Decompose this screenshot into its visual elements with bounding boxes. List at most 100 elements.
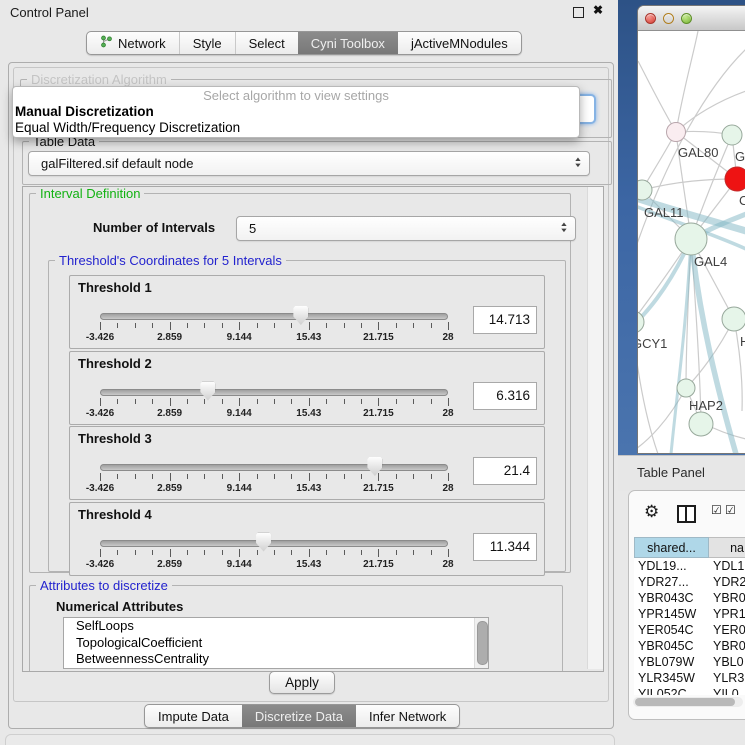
tab-style[interactable]: Style xyxy=(179,32,235,54)
settings-gear-icon[interactable]: ⚙ xyxy=(644,502,659,522)
table-row[interactable]: YBL079WYBL0 xyxy=(634,654,745,670)
table-row[interactable]: YBR043CYBR0 xyxy=(634,590,745,606)
screen: Control Panel ✖ NetworkStyleSelectCyni T… xyxy=(0,0,745,745)
select-rows-checkbox-icon[interactable]: ☑ xyxy=(725,503,736,517)
node-label: HAP2 xyxy=(689,398,723,413)
number-of-intervals-spinner[interactable]: 5 ▲▼ xyxy=(236,216,576,241)
right-region: GAL80GACGAL11GAL4GCY1HHAP2 Table Panel ⚙… xyxy=(618,0,745,745)
threshold-slider[interactable]: -3.4262.8599.14415.4321.71528 xyxy=(70,352,470,424)
tab-label: Infer Network xyxy=(369,709,446,724)
cell-name: YBR0 xyxy=(709,590,745,606)
network-edge xyxy=(638,61,676,132)
slider-thumb[interactable] xyxy=(367,457,382,476)
tab-network[interactable]: Network xyxy=(87,32,179,54)
threshold-panel: Threshold 2 -3.4262.8599.14415.4321.7152… xyxy=(69,351,545,425)
tab-jactivemnodules[interactable]: jActiveMNodules xyxy=(398,32,521,54)
close-icon[interactable]: ✖ xyxy=(593,3,603,17)
table-row[interactable]: YPR145WYPR1 xyxy=(634,606,745,622)
table-panel-header: Table Panel xyxy=(618,455,745,491)
slider-track[interactable] xyxy=(100,389,448,396)
tab-select[interactable]: Select xyxy=(235,32,298,54)
table-data-select[interactable]: galFiltered.sif default node ▲▼ xyxy=(28,151,590,176)
tab-impute-data[interactable]: Impute Data xyxy=(145,705,242,727)
slider-track[interactable] xyxy=(100,313,448,320)
cell-shared-name: YPR145W xyxy=(634,606,709,622)
network-node[interactable] xyxy=(689,412,713,436)
dropdown-option[interactable]: Equal Width/Frequency Discretization xyxy=(13,120,579,136)
threshold-panel: Threshold 1 -3.4262.8599.14415.4321.7152… xyxy=(69,275,545,349)
network-node[interactable] xyxy=(667,123,686,142)
minimize-traffic-light-icon[interactable] xyxy=(663,13,674,24)
attribute-list-item[interactable]: SelfLoops xyxy=(64,618,488,635)
thresholds-group-label: Threshold's Coordinates for 5 Intervals xyxy=(55,253,286,268)
slider-thumb[interactable] xyxy=(200,382,215,401)
slider-thumb[interactable] xyxy=(293,306,308,325)
threshold-value-field[interactable]: 6.316 xyxy=(473,382,537,410)
threshold-slider[interactable]: -3.4262.8599.14415.4321.71528 xyxy=(70,276,470,348)
number-of-intervals-value: 5 xyxy=(237,221,561,236)
discretization-algorithm-label: Discretization Algorithm xyxy=(27,72,171,87)
attribute-list-item[interactable]: BetweennessCentrality xyxy=(64,651,488,668)
cell-name: YIL0 xyxy=(709,686,745,695)
tab-label: Impute Data xyxy=(158,709,229,724)
tab-cyni-toolbox[interactable]: Cyni Toolbox xyxy=(298,32,398,54)
network-node[interactable] xyxy=(677,379,695,397)
attribute-list-item[interactable]: TopologicalCoefficient xyxy=(64,635,488,652)
top-tab-bar: Network Style SelectCyni Toolbox jActiveMNo… xyxy=(86,31,522,55)
network-node[interactable] xyxy=(722,125,742,145)
table-hscrollbar[interactable] xyxy=(633,697,743,707)
split-view-icon[interactable] xyxy=(677,505,696,523)
network-node[interactable] xyxy=(675,223,707,255)
network-graph: GAL80GACGAL11GAL4GCY1HHAP2 xyxy=(638,31,745,454)
dropdown-prompt: Select algorithm to view settings xyxy=(13,88,579,104)
list-scrollbar[interactable] xyxy=(474,618,488,668)
zoom-traffic-light-icon[interactable] xyxy=(681,13,692,24)
cell-shared-name: YBL079W xyxy=(634,654,709,670)
table-row[interactable]: YDR27...YDR2 xyxy=(634,574,745,590)
threshold-value-field[interactable]: 11.344 xyxy=(473,533,537,561)
close-traffic-light-icon[interactable] xyxy=(645,13,656,24)
threshold-slider[interactable]: -3.4262.8599.14415.4321.71528 xyxy=(70,503,470,575)
table-row[interactable]: YLR345WYLR3 xyxy=(634,670,745,686)
threshold-value-field[interactable]: 21.4 xyxy=(473,457,537,485)
tab-label: Style xyxy=(193,36,222,51)
table-hscrollbar-thumb[interactable] xyxy=(635,698,735,706)
select-columns-checkbox-icon[interactable]: ☑ xyxy=(711,503,722,517)
slider-track[interactable] xyxy=(100,540,448,547)
table-row[interactable]: YBR045CYBR0 xyxy=(634,638,745,654)
network-branch-icon xyxy=(100,35,113,51)
threshold-slider[interactable]: -3.4262.8599.14415.4321.71528 xyxy=(70,427,470,499)
table-row[interactable]: YIL052CYIL0 xyxy=(634,686,745,695)
cell-name: YPR1 xyxy=(709,606,745,622)
column-header-name[interactable]: na xyxy=(709,537,745,558)
apply-button[interactable]: Apply xyxy=(269,671,335,694)
panel-scrollbar[interactable] xyxy=(587,187,603,669)
numerical-attributes-list[interactable]: SelfLoopsTopologicalCoefficientBetweenne… xyxy=(63,617,489,669)
float-window-icon[interactable] xyxy=(573,7,584,18)
spinner-arrows-icon: ▲▼ xyxy=(561,223,575,234)
cell-shared-name: YIL052C xyxy=(634,686,709,695)
cell-name: YDR2 xyxy=(709,574,745,590)
tab-label: jActiveMNodules xyxy=(411,36,508,51)
cell-shared-name: YER054C xyxy=(634,622,709,638)
tab-infer-network[interactable]: Infer Network xyxy=(356,705,459,727)
slider-thumb[interactable] xyxy=(256,533,271,552)
node-label: GCY1 xyxy=(638,336,667,351)
tab-discretize-data[interactable]: Discretize Data xyxy=(242,705,356,727)
node-table: shared... na YDL19...YDL1YDR27...YDR2YBR… xyxy=(634,537,745,695)
node-label: GAL80 xyxy=(678,145,718,160)
network-node[interactable] xyxy=(722,307,745,331)
slider-track[interactable] xyxy=(100,464,448,471)
list-scrollbar-thumb[interactable] xyxy=(477,621,488,665)
column-header-shared-name[interactable]: shared... xyxy=(634,537,709,558)
threshold-panel: Threshold 3 -3.4262.8599.14415.4321.7152… xyxy=(69,426,545,500)
dropdown-option[interactable]: Manual Discretization xyxy=(13,104,579,120)
network-node[interactable] xyxy=(638,180,652,200)
network-canvas[interactable]: GAL80GACGAL11GAL4GCY1HHAP2 xyxy=(638,31,745,454)
threshold-value-field[interactable]: 14.713 xyxy=(473,306,537,334)
table-row[interactable]: YER054CYER0 xyxy=(634,622,745,638)
table-row[interactable]: YDL19...YDL1 xyxy=(634,558,745,574)
network-node[interactable] xyxy=(725,167,745,191)
cell-shared-name: YLR345W xyxy=(634,670,709,686)
cell-shared-name: YBR045C xyxy=(634,638,709,654)
